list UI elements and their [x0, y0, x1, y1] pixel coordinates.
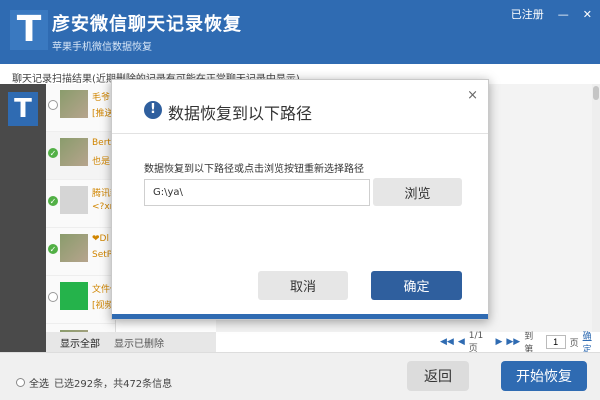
dialog-bottom-bar [112, 314, 488, 319]
radio-circle[interactable] [16, 378, 25, 387]
next-page-icon[interactable]: ▶ [495, 337, 502, 347]
contact-list: 毛爷 [推送] ✓ Berta 也是 ✓ 腾讯新 <?xm ✓ ❤Dl SetP… [46, 84, 116, 332]
window-controls: 已注册 — ✕ [511, 6, 592, 22]
item-preview: 也是 [92, 157, 111, 167]
first-page-icon[interactable]: ◀◀ [440, 337, 454, 347]
list-item[interactable]: 毛爷 [推送] [46, 84, 115, 132]
item-name: 毛爷 [92, 93, 111, 103]
item-checkbox[interactable]: ✓ [48, 148, 58, 158]
restore-path-dialog: ! 数据恢复到以下路径 × 数据恢复到以下路径或点击浏览按钮重新选择路径 浏览 … [111, 79, 489, 320]
page-unit: 页 [569, 338, 579, 349]
app-subtitle: 苹果手机微信数据恢复 [52, 42, 152, 53]
ok-button[interactable]: 确定 [371, 271, 462, 300]
footer-bar: 全选 已选292条，共472条信息 返回 开始恢复 [0, 352, 600, 400]
sidebar-logo-letter: T [14, 94, 32, 124]
registered-label[interactable]: 已注册 [511, 6, 544, 22]
back-button[interactable]: 返回 [407, 361, 469, 391]
list-item[interactable]: 王白 [46, 324, 115, 332]
sidebar-logo: T [8, 92, 38, 126]
avatar [60, 186, 88, 214]
minimize-icon[interactable]: — [558, 8, 569, 21]
dialog-description: 数据恢复到以下路径或点击浏览按钮重新选择路径 [144, 164, 364, 175]
folder-icon [60, 282, 88, 310]
dialog-header: ! 数据恢复到以下路径 × [112, 80, 488, 134]
pager: ◀◀ ◀ 1/1页 ▶ ▶▶ 到第 页 确定 [440, 330, 600, 356]
page-input[interactable] [545, 335, 566, 349]
tab-show-deleted[interactable]: 显示已删除 [114, 335, 164, 350]
scroll-thumb[interactable] [593, 86, 599, 100]
app-title: 彦安微信聊天记录恢复 [52, 14, 242, 35]
select-all-label: 全选 [29, 379, 49, 390]
info-icon: ! [144, 101, 162, 119]
close-icon[interactable]: ✕ [583, 8, 592, 21]
start-recovery-button[interactable]: 开始恢复 [501, 361, 587, 391]
item-name: ❤Dl [92, 234, 109, 244]
path-input[interactable] [144, 179, 370, 206]
item-checkbox[interactable]: ✓ [48, 196, 58, 206]
cancel-button[interactable]: 取消 [258, 271, 348, 300]
avatar [60, 234, 88, 262]
item-checkbox[interactable] [48, 100, 58, 110]
tab-show-all[interactable]: 显示全部 [60, 335, 100, 350]
page-info: 1/1页 [468, 330, 484, 354]
last-page-icon[interactable]: ▶▶ [506, 337, 520, 347]
item-checkbox[interactable]: ✓ [48, 244, 58, 254]
app-logo: T [10, 10, 48, 50]
selection-count: 已选292条，共472条信息 [54, 379, 173, 390]
item-checkbox[interactable] [48, 292, 58, 302]
list-filter-tabs: 显示全部 显示已删除 [46, 332, 216, 352]
close-icon[interactable]: × [467, 88, 478, 103]
app-logo-letter: T [16, 9, 42, 50]
browse-button[interactable]: 浏览 [373, 178, 462, 206]
list-item[interactable]: ✓ 腾讯新 <?xm [46, 180, 115, 228]
app-header: T 彦安微信聊天记录恢复 苹果手机微信数据恢复 已注册 — ✕ [0, 0, 600, 64]
left-sidebar: T [0, 84, 46, 352]
dialog-title: 数据恢复到以下路径 [168, 104, 313, 123]
select-all-radio[interactable]: 全选 [16, 375, 49, 390]
list-item[interactable]: ✓ ❤Dl SetPe [46, 228, 115, 276]
list-item[interactable]: 文件传 [视频 [46, 276, 115, 324]
list-item[interactable]: ✓ Berta 也是 [46, 132, 115, 180]
scrollbar[interactable] [592, 84, 600, 332]
avatar [60, 138, 88, 166]
prev-page-icon[interactable]: ◀ [458, 337, 465, 347]
avatar [60, 90, 88, 118]
